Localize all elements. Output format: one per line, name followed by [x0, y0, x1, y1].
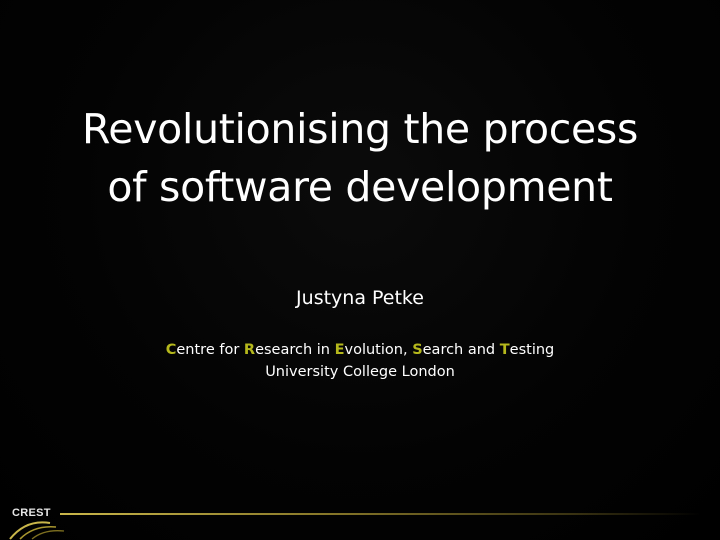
- affiliation-text-part: esearch in: [255, 342, 335, 358]
- affiliation: Centre for Research in Evolution, Search…: [0, 339, 720, 383]
- acronym-letter-s: S: [412, 342, 423, 358]
- affiliation-text-part: esting: [509, 342, 555, 358]
- affiliation-text-part: entre for: [176, 342, 244, 358]
- affiliation-university: University College London: [265, 364, 455, 380]
- acronym-letter-r: R: [243, 342, 256, 358]
- acronym-letter-e: E: [334, 342, 345, 358]
- crest-logo-text: CREST: [12, 507, 51, 519]
- footer-divider: [60, 513, 700, 515]
- author-name: Justyna Petke: [296, 287, 424, 309]
- affiliation-text-part: volution,: [344, 342, 413, 358]
- slide: Revolutionising the process of software …: [0, 0, 720, 540]
- title-line-2: of software development: [107, 163, 613, 211]
- slide-title: Revolutionising the process of software …: [0, 100, 720, 216]
- title-line-1: Revolutionising the process: [81, 105, 639, 153]
- affiliation-centre: Centre for Research in Evolution, Search…: [0, 339, 720, 361]
- acronym-letter-t: T: [499, 342, 510, 358]
- acronym-letter-c: C: [165, 342, 177, 358]
- affiliation-text-part: earch and: [422, 342, 500, 358]
